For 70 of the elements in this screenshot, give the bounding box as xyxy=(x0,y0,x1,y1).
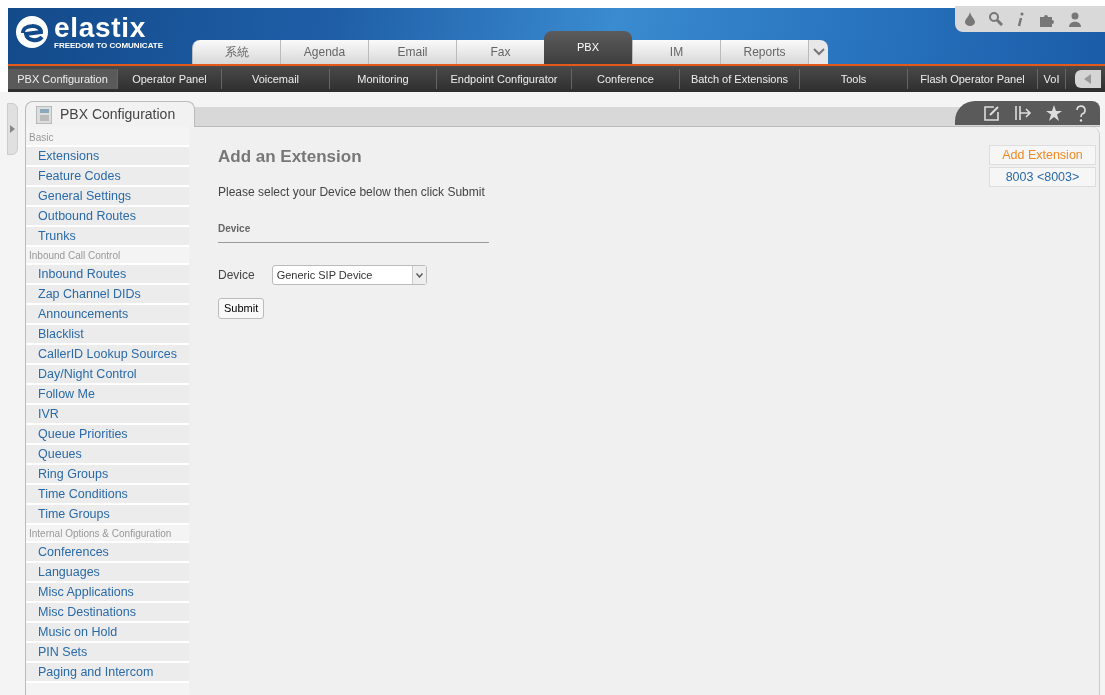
help-icon[interactable] xyxy=(1076,104,1086,122)
sidebar-item[interactable]: Feature Codes xyxy=(26,167,189,187)
edit-icon[interactable] xyxy=(984,105,1000,121)
module-tab[interactable]: PBX xyxy=(544,31,632,64)
sidebar-item[interactable]: Follow Me xyxy=(26,385,189,405)
sidebar-item[interactable]: Extensions xyxy=(26,147,189,167)
logo-text: elastix xyxy=(54,14,148,42)
phone-icon xyxy=(36,105,52,124)
sidebar-item[interactable]: Ring Groups xyxy=(26,465,189,485)
module-tab[interactable]: Email xyxy=(368,40,456,64)
search-icon[interactable] xyxy=(989,12,1003,26)
sidebar-item[interactable]: Queue Priorities xyxy=(26,425,189,445)
chevron-down-icon xyxy=(415,272,423,278)
menu-item[interactable]: Voicemail xyxy=(222,69,330,89)
device-dropdown[interactable]: Generic SIP Device xyxy=(271,265,427,285)
drop-icon[interactable] xyxy=(965,12,975,26)
section-heading: Device xyxy=(218,221,489,243)
tabs-more-button[interactable] xyxy=(808,40,828,64)
sidebar-item[interactable]: CallerID Lookup Sources xyxy=(26,345,189,365)
star-icon[interactable] xyxy=(1046,105,1062,121)
user-icon[interactable] xyxy=(1069,11,1081,27)
page-heading: Add an Extension xyxy=(218,146,363,168)
arrow-left-icon xyxy=(1084,74,1092,84)
sidebar-toggle[interactable] xyxy=(7,103,18,155)
module-tab[interactable]: Fax xyxy=(456,40,544,64)
sidebar-item[interactable]: Time Groups xyxy=(26,505,189,525)
menu-item[interactable]: Conference xyxy=(572,69,680,89)
menu-item[interactable]: Flash Operator Panel xyxy=(908,69,1038,89)
extension-list-item[interactable]: 8003 <8003> xyxy=(989,167,1096,187)
sidebar-item[interactable]: Outbound Routes xyxy=(26,207,189,227)
submit-button[interactable]: Submit xyxy=(218,298,265,319)
sidebar-item[interactable]: Languages xyxy=(26,563,189,583)
sidebar-item[interactable]: Zap Channel DIDs xyxy=(26,285,189,305)
field-label: Device xyxy=(218,267,255,284)
instruction-text: Please select your Device below then click Submit xyxy=(218,184,486,201)
sidebar-item[interactable]: Misc Applications xyxy=(26,583,189,603)
menu-item[interactable]: Tools xyxy=(800,69,908,89)
panel-tab[interactable]: PBX Configuration xyxy=(25,101,195,127)
sidebar-item[interactable]: General Settings xyxy=(26,187,189,207)
panel-title: PBX Configuration xyxy=(60,105,176,124)
sidebar-item[interactable]: PIN Sets xyxy=(26,643,189,663)
sidebar-item[interactable]: Misc Destinations xyxy=(26,603,189,623)
sidebar-item[interactable]: Queues xyxy=(26,445,189,465)
sidebar-item[interactable]: Music on Hold xyxy=(26,623,189,643)
menu-scroll-buttons[interactable] xyxy=(1075,70,1101,88)
module-tab[interactable]: IM xyxy=(632,40,720,64)
arrow-right-icon xyxy=(10,125,15,133)
logo-tagline: FREEDOM TO COMUNICATE xyxy=(54,42,164,50)
menu-item[interactable]: PBX Configuration xyxy=(8,69,118,89)
sidebar-item[interactable]: Inbound Routes xyxy=(26,265,189,285)
sidebar-item[interactable]: Conferences xyxy=(26,543,189,563)
chevron-down-icon xyxy=(812,48,825,56)
sidebar-item[interactable]: Blacklist xyxy=(26,325,189,345)
menu-item[interactable]: Operator Panel xyxy=(118,69,222,89)
export-icon[interactable] xyxy=(1014,105,1032,121)
menu-item[interactable]: Batch of Extensions xyxy=(680,69,800,89)
menu-item[interactable]: Monitoring xyxy=(330,69,437,89)
sidebar-item[interactable]: Trunks xyxy=(26,227,189,247)
menu-item[interactable]: Endpoint Configurator xyxy=(437,69,572,89)
info-icon[interactable] xyxy=(1017,11,1025,27)
sidebar-item[interactable]: Time Conditions xyxy=(26,485,189,505)
sidebar-item[interactable]: Announcements xyxy=(26,305,189,325)
module-tab[interactable]: Agenda xyxy=(280,40,368,64)
sidebar-item[interactable]: IVR xyxy=(26,405,189,425)
sidebar-item[interactable]: Paging and Intercom xyxy=(26,663,189,683)
menu-item[interactable]: VoI xyxy=(1038,69,1066,89)
logo-icon xyxy=(14,14,50,50)
module-tab[interactable]: 系統 xyxy=(192,40,280,64)
module-tab[interactable]: Reports xyxy=(720,40,808,64)
sidebar-item[interactable]: Day/Night Control xyxy=(26,365,189,385)
